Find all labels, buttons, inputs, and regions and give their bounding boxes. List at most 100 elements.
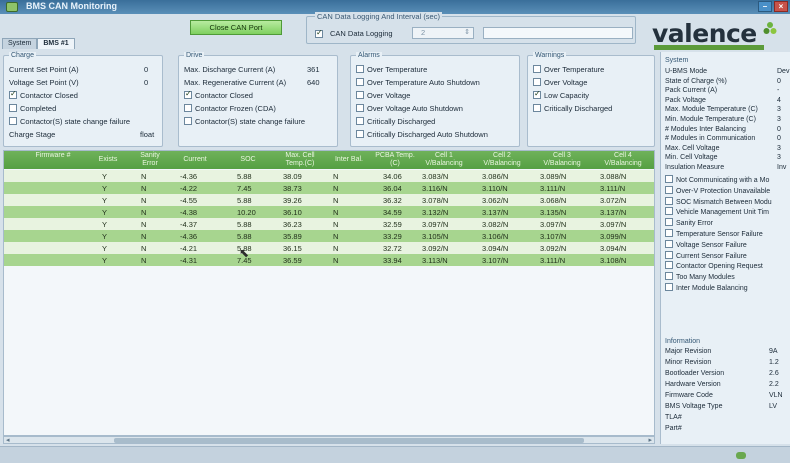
scroll-thumb[interactable] [114, 438, 584, 443]
system-flag-checkbox[interactable] [665, 283, 673, 291]
can-logging-group: CAN Data Logging And Interval (sec) CAN … [306, 12, 636, 44]
alarm-item: Over Temperature [356, 65, 427, 74]
alarm-label: Critically Discharged Auto Shutdown [367, 130, 488, 139]
table-cell: 3.086/N [482, 172, 509, 181]
table-row[interactable]: Y N -4.36 5.88 35.89 N 33.29 3.105/N 3.106/N 3.10… [4, 230, 654, 242]
table-horizontal-scrollbar[interactable]: ◂ ▸ [3, 436, 655, 444]
charge-state-change-checkbox[interactable] [9, 117, 17, 125]
drive-state-change-checkbox[interactable] [184, 117, 192, 125]
tab-bms-1[interactable]: BMS #1 [37, 38, 75, 49]
table-cell: N [333, 184, 339, 193]
table-cell: 3.094/N [482, 244, 509, 253]
alarm-checkbox[interactable] [356, 130, 364, 138]
can-logging-label: CAN Data Logging [330, 29, 393, 38]
warning-checkbox[interactable] [533, 65, 541, 73]
system-panel: System U-BMS Mode Dev State of Charge (%) 0… [660, 52, 790, 444]
spinner-arrows-icon[interactable]: ⇕ [464, 28, 470, 36]
column-header[interactable]: Cell 4 V/Balancing [596, 152, 650, 168]
warnings-title: Warnings [533, 52, 567, 59]
table-cell: 5.88 [237, 172, 252, 181]
contactor-frozen-checkbox[interactable] [184, 104, 192, 112]
minimize-icon[interactable]: – [758, 1, 772, 12]
warning-checkbox[interactable] [533, 104, 541, 112]
column-header[interactable]: Max. Cell Temp.(C) [276, 152, 324, 168]
module-table[interactable]: Firmware # Exists Sanity Error Current S… [3, 150, 655, 436]
table-cell: 36.23 [283, 220, 302, 229]
charge-contactor-closed-checkbox[interactable] [9, 89, 17, 99]
system-flag-checkbox[interactable] [665, 261, 673, 270]
interval-value: 2 [421, 28, 426, 37]
column-header[interactable]: Cell 3 V/Balancing [536, 152, 588, 168]
system-flag-label: Current Sensor Failure [676, 252, 747, 260]
system-flag-item: Sanity Error [665, 218, 713, 227]
close-can-port-button[interactable]: Close CAN Port [190, 20, 282, 35]
information-title: Information [665, 338, 701, 345]
alarm-checkbox[interactable] [356, 117, 364, 125]
status-bar [0, 446, 790, 463]
column-header[interactable]: Cell 1 V/Balancing [418, 152, 470, 168]
table-cell: N [141, 184, 147, 193]
system-field-value: 0 [777, 135, 781, 143]
system-flag-checkbox[interactable] [665, 175, 673, 183]
warning-checkbox[interactable] [533, 78, 541, 86]
system-flag-item: Over-V Protection Unavailable [665, 185, 771, 195]
table-row[interactable]: Y N -4.21 5.88 36.15 N 32.72 3.092/N 3.094/N 3.09… [4, 242, 654, 254]
table-cell: 3.116/N [422, 184, 448, 193]
close-icon[interactable]: × [774, 1, 788, 12]
system-flag-label: Over-V Protection Unavailable [676, 187, 771, 195]
column-header[interactable]: Current [176, 156, 214, 164]
interval-spinner[interactable]: 2 ⇕ [412, 27, 474, 39]
alarm-checkbox[interactable] [356, 65, 364, 73]
table-cell: 36.15 [283, 244, 302, 253]
table-cell: 3.132/N [422, 208, 449, 217]
warning-item: Over Temperature [533, 65, 604, 74]
system-flag-checkbox[interactable] [665, 196, 673, 205]
system-flag-item: Current Sensor Failure [665, 250, 747, 260]
table-cell: N [333, 172, 339, 181]
logo-tagline-bar [654, 45, 764, 50]
tab-system[interactable]: System [2, 38, 38, 49]
table-row[interactable]: Y N -4.55 5.88 39.26 N 36.32 3.078/N 3.062/N 3.06… [4, 194, 654, 206]
system-flag-checkbox[interactable] [665, 207, 673, 216]
column-header[interactable]: Firmware # [18, 152, 88, 160]
alarm-label: Critically Discharged [367, 117, 436, 126]
column-header[interactable]: Cell 2 V/Balancing [476, 152, 528, 168]
column-header[interactable]: Inter Bal. [331, 156, 367, 164]
column-header[interactable]: SOC [236, 156, 260, 164]
status-indicator-icon [736, 452, 746, 459]
drive-contactor-closed-checkbox[interactable] [184, 89, 192, 99]
system-flag-checkbox[interactable] [665, 185, 673, 194]
alarm-checkbox[interactable] [356, 78, 364, 86]
charge-contactor-closed-row: Contactor Closed [9, 89, 78, 100]
system-flag-checkbox[interactable] [665, 239, 673, 248]
alarm-checkbox[interactable] [356, 91, 364, 99]
scroll-right-icon[interactable]: ▸ [648, 436, 652, 444]
log-file-field[interactable] [483, 27, 633, 39]
column-header[interactable]: Exists [97, 156, 119, 164]
alarms-title: Alarms [356, 52, 382, 59]
warning-checkbox[interactable] [533, 89, 541, 99]
table-cell: 32.59 [383, 220, 402, 229]
table-row[interactable]: Y N -4.37 5.88 36.23 N 32.59 3.097/N 3.082/N 3.09… [4, 218, 654, 230]
table-row[interactable]: Y N -4.36 5.88 38.09 N 34.06 3.083/N 3.086/N 3.08… [4, 170, 654, 182]
charge-panel: Charge Current Set Point (A) 0 Voltage S… [3, 52, 163, 147]
system-flag-checkbox[interactable] [665, 218, 673, 227]
table-cell: Y [102, 208, 108, 217]
system-flag-checkbox[interactable] [665, 272, 673, 281]
completed-checkbox[interactable] [9, 104, 17, 112]
column-header[interactable]: Sanity Error [134, 152, 166, 168]
system-flag-checkbox[interactable] [665, 229, 673, 237]
drive-contactor-closed-row: Contactor Closed [184, 89, 253, 100]
table-row[interactable]: Y N -4.31 7.45 36.59 N 33.94 3.113/N 3.107/N 3.11… [4, 254, 654, 266]
scroll-left-icon[interactable]: ◂ [6, 436, 10, 444]
table-cell: N [141, 208, 147, 217]
system-flag-checkbox[interactable] [665, 250, 673, 259]
alarm-checkbox[interactable] [356, 104, 364, 112]
column-header[interactable]: PCBA Temp.(C) [374, 152, 416, 168]
table-row[interactable]: Y N -4.38 10.20 36.10 N 34.59 3.132/N 3.137/N 3.1… [4, 206, 654, 218]
can-logging-checkbox[interactable] [315, 28, 323, 38]
table-row[interactable]: Y N -4.22 7.45 38.73 N 36.04 3.116/N 3.110/N 3.11… [4, 182, 654, 194]
drive-state-change-label: Contactor(S) state change failure [195, 117, 306, 126]
table-cell: N [333, 232, 339, 241]
max-discharge-value: 361 [307, 65, 320, 74]
